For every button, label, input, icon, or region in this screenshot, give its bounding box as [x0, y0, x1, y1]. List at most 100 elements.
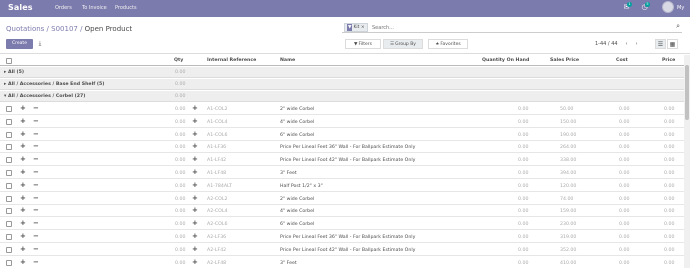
plus-icon[interactable]: +	[192, 169, 198, 176]
plus-icon[interactable]: +	[192, 207, 198, 214]
minus-icon[interactable]: −	[33, 245, 39, 253]
minus-icon[interactable]: −	[33, 117, 39, 125]
col-qty-on-hand[interactable]: Quantity On Hand	[482, 58, 529, 63]
favorites-button[interactable]: ★Favorites	[428, 39, 468, 49]
minus-icon[interactable]: −	[33, 143, 39, 150]
row-checkbox[interactable]	[6, 182, 12, 189]
table-row[interactable]: + −0.00 + A1-LF36 Price Per Lineal Feet 36" …	[0, 141, 684, 154]
pager-value[interactable]: 1-44 / 44	[595, 41, 618, 47]
menu-products[interactable]: Products	[115, 5, 137, 11]
avatar[interactable]	[662, 1, 674, 13]
row-checkbox[interactable]	[6, 144, 12, 151]
table-row[interactable]: + −0.00 + A2-LF48 3" Feet 0.00 410.00 0.00 0.00	[0, 257, 684, 268]
chevron-left-icon[interactable]: ‹	[622, 39, 631, 49]
messages-icon[interactable]: ✉ 1	[622, 2, 632, 11]
plus-icon[interactable]: +	[192, 156, 198, 163]
plus-icon[interactable]: +	[192, 130, 198, 138]
plus-icon[interactable]: +	[20, 194, 26, 202]
table-row[interactable]: + −0.00 + A1-LF48 3" Feet 0.00 394.00 0.00 0.00	[0, 167, 684, 179]
table-row[interactable]: + −0.00 + A2-COL2 2" wide Corbel 0.00 74.00 0.0…	[0, 193, 684, 205]
col-sales-price[interactable]: Sales Price	[550, 58, 579, 63]
table-row[interactable]: + −0.00 + A1-COL2 2" wide Corbel 0.00 50.00 0.0…	[0, 103, 684, 115]
row-checkbox[interactable]	[6, 234, 12, 240]
table-row[interactable]: + −0.00 + A2-COL6 6" wide Corbel 0.00 230.00 0.…	[0, 218, 684, 231]
plus-icon[interactable]: +	[20, 105, 26, 112]
plus-icon[interactable]: +	[20, 245, 26, 253]
table-row[interactable]: + −0.00 + A2-LF36 Price Per Lineal Feet 36" …	[0, 231, 684, 243]
plus-icon[interactable]: +	[20, 143, 26, 150]
plus-icon[interactable]: +	[20, 233, 26, 240]
table-row[interactable]: + −0.00 + A2-LF42 Price Per Lineal Foot 42" …	[0, 244, 684, 256]
col-internal-reference[interactable]: Internal Reference	[207, 58, 256, 63]
plus-icon[interactable]: +	[20, 220, 26, 227]
chevron-right-icon[interactable]: ›	[632, 39, 641, 49]
group-row[interactable]: ▸ All / Accessories / Base End Shelf (5)…	[0, 79, 684, 90]
table-row[interactable]: + −0.00 + A1-COL6 6" wide Corbel 0.00 190.00 0.…	[0, 129, 684, 141]
breadcrumb-order[interactable]: S00107	[51, 25, 78, 33]
plus-icon[interactable]: +	[192, 220, 198, 227]
plus-icon[interactable]: +	[192, 194, 198, 202]
scrollbar-thumb[interactable]	[685, 65, 689, 120]
plus-icon[interactable]: +	[192, 181, 198, 189]
download-icon[interactable]: ⤓	[35, 39, 45, 49]
plus-icon[interactable]: +	[192, 233, 198, 240]
plus-icon[interactable]: +	[20, 156, 26, 163]
plus-icon[interactable]: +	[192, 117, 198, 125]
table-row[interactable]: + −0.00 + A1-LF42 Price Per Lineal Foot 42" …	[0, 154, 684, 167]
row-checkbox[interactable]	[6, 246, 12, 253]
minus-icon[interactable]: −	[33, 207, 39, 214]
plus-icon[interactable]: +	[192, 143, 198, 150]
menu-orders[interactable]: Orders	[55, 5, 72, 11]
filters-button[interactable]: ▼Filters	[345, 39, 381, 49]
plus-icon[interactable]: +	[20, 117, 26, 125]
row-checkbox[interactable]	[6, 170, 12, 176]
search-input[interactable]	[372, 23, 662, 32]
group-row[interactable]: ▸ All (5) 0.00	[0, 67, 684, 78]
row-checkbox[interactable]	[6, 259, 12, 266]
plus-icon[interactable]: +	[20, 181, 26, 189]
minus-icon[interactable]: −	[33, 258, 39, 266]
col-name[interactable]: Name	[280, 58, 295, 63]
col-price[interactable]: Price	[662, 58, 675, 63]
minus-icon[interactable]: −	[33, 105, 39, 112]
breadcrumb-quotations[interactable]: Quotations	[6, 25, 44, 33]
search-icon[interactable]: ⌕	[676, 22, 680, 31]
table-row[interactable]: + −0.00 + A2-COL4 4" wide Corbel 0.00 159.00 0.…	[0, 205, 684, 218]
plus-icon[interactable]: +	[20, 207, 26, 214]
table-row[interactable]: + −0.00 + A1-COL4 4" wide Corbel 0.00 150.00 0.…	[0, 116, 684, 128]
minus-icon[interactable]: −	[33, 156, 39, 163]
row-checkbox[interactable]	[6, 118, 12, 125]
minus-icon[interactable]: −	[33, 130, 39, 138]
minus-icon[interactable]: −	[33, 194, 39, 202]
create-button[interactable]: Create	[6, 39, 33, 49]
group-by-button[interactable]: ☰Group By	[383, 39, 423, 49]
col-cost[interactable]: Cost	[616, 58, 628, 63]
row-checkbox[interactable]	[6, 195, 12, 202]
scrollbar[interactable]	[684, 55, 690, 268]
user-name[interactable]: My	[677, 5, 684, 11]
row-checkbox[interactable]	[6, 157, 12, 164]
minus-icon[interactable]: −	[33, 181, 39, 189]
activity-icon[interactable]: ◷ 5	[640, 2, 650, 11]
row-checkbox[interactable]	[6, 208, 12, 215]
col-qty[interactable]: Qty	[174, 58, 183, 63]
kanban-view-icon[interactable]: ▦	[667, 39, 678, 49]
plus-icon[interactable]: +	[20, 258, 26, 266]
select-all-checkbox[interactable]	[6, 58, 12, 64]
table-row[interactable]: + −0.00 + A1-784ALT Half Post 1/2" x 3" 0.00 1…	[0, 180, 684, 192]
minus-icon[interactable]: −	[33, 220, 39, 227]
plus-icon[interactable]: +	[20, 130, 26, 138]
row-checkbox[interactable]	[6, 131, 12, 138]
plus-icon[interactable]: +	[20, 169, 26, 176]
plus-icon[interactable]: +	[192, 105, 198, 112]
plus-icon[interactable]: +	[192, 258, 198, 266]
list-view-icon[interactable]: ☰	[655, 39, 666, 49]
row-checkbox[interactable]	[6, 106, 12, 112]
minus-icon[interactable]: −	[33, 233, 39, 240]
search-facet[interactable]: ▼ Kit ×	[344, 23, 368, 32]
menu-to-invoice[interactable]: To Invoice	[82, 5, 107, 11]
minus-icon[interactable]: −	[33, 169, 39, 176]
row-checkbox[interactable]	[6, 221, 12, 228]
app-name[interactable]: Sales	[8, 3, 33, 12]
plus-icon[interactable]: +	[192, 245, 198, 253]
